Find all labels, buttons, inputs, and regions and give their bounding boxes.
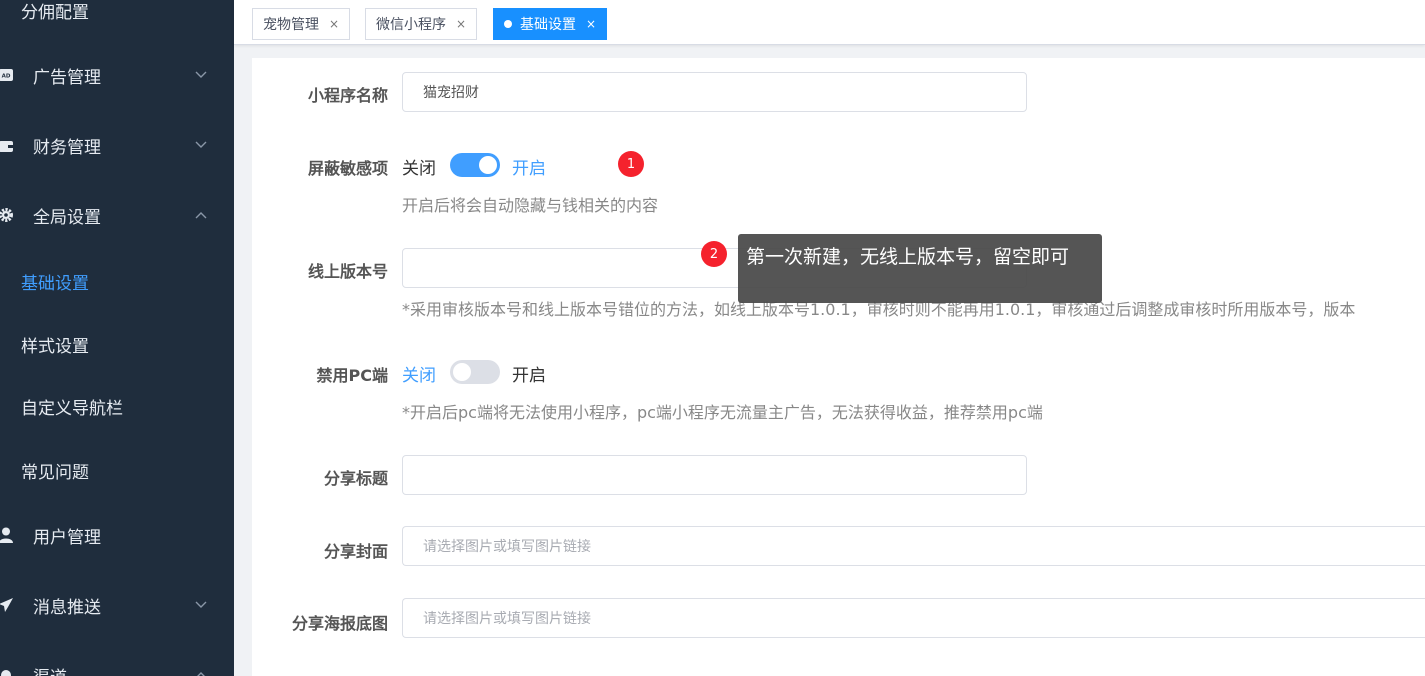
tab-basic-settings[interactable]: 基础设置 × xyxy=(493,8,608,40)
chevron-up-icon xyxy=(194,208,208,222)
sidebar-item-commission[interactable]: 分佣配置 xyxy=(0,0,234,30)
disable-pc-hint: *开启后pc端将无法使用小程序，pc端小程序无流量主广告，无法获得收益，推荐禁用… xyxy=(402,403,1043,422)
sidebar-item-label: 渠道 xyxy=(33,663,67,676)
close-icon[interactable]: × xyxy=(586,17,596,31)
share-cover-placeholder: 请选择图片或填写图片链接 xyxy=(423,538,591,554)
annotation-badge-1: 1 xyxy=(618,151,644,177)
tab-pet-management[interactable]: 宠物管理 × xyxy=(252,8,351,40)
tab-label: 微信小程序 xyxy=(376,17,446,33)
chevron-down-icon xyxy=(194,138,208,152)
tab-wechat-miniprogram[interactable]: 微信小程序 × xyxy=(365,8,478,40)
miniprogram-name-label: 小程序名称 xyxy=(307,86,388,105)
sidebar-item-label: 财务管理 xyxy=(33,137,101,158)
share-title-input[interactable] xyxy=(402,455,1027,495)
share-poster-input[interactable]: 请选择图片或填写图片链接 xyxy=(402,598,1425,638)
annotation-tooltip: 第一次新建，无线上版本号，留空即可 xyxy=(738,234,1102,303)
sidebar-subitem-label: 基础设置 xyxy=(21,273,89,294)
sidebar-item-label: 分佣配置 xyxy=(21,2,89,23)
sidebar-item-ads[interactable]: AD 广告管理 xyxy=(0,55,234,95)
send-icon xyxy=(0,597,14,613)
chevron-down-icon xyxy=(194,68,208,82)
settings-form-panel: 小程序名称 猫宠招财 屏蔽敏感项 关闭 开启 开启后将会自动隐藏与钱相关的内容 … xyxy=(252,58,1425,676)
wallet-icon xyxy=(0,137,14,153)
share-title-label: 分享标题 xyxy=(323,469,388,488)
svg-text:AD: AD xyxy=(2,74,11,80)
sensitive-on-text[interactable]: 开启 xyxy=(512,154,546,179)
toggle-knob xyxy=(453,363,471,381)
channel-icon xyxy=(0,667,14,676)
disable-pc-label: 禁用PC端 xyxy=(316,366,388,385)
disable-pc-toggle[interactable] xyxy=(450,360,500,384)
sidebar-subitem-style-settings[interactable]: 样式设置 xyxy=(0,324,234,364)
sensitive-label: 屏蔽敏感项 xyxy=(307,159,388,178)
gear-icon xyxy=(0,207,14,223)
share-poster-label: 分享海报底图 xyxy=(291,614,388,633)
sidebar-subitem-custom-nav[interactable]: 自定义导航栏 xyxy=(0,386,234,426)
sensitive-toggle[interactable] xyxy=(450,153,500,177)
sidebar-item-label: 用户管理 xyxy=(33,527,101,548)
sidebar-subitem-label: 样式设置 xyxy=(21,336,89,357)
active-dot-icon xyxy=(504,20,512,28)
sensitive-hint: 开启后将会自动隐藏与钱相关的内容 xyxy=(402,196,659,215)
tabs-bar: 宠物管理 × 微信小程序 × 基础设置 × xyxy=(234,0,1425,45)
sidebar-item-finance[interactable]: 财务管理 xyxy=(0,125,234,165)
sidebar: 分佣配置 AD 广告管理 财务管理 全局设置 基础设置 样式设置 自定义导航栏 … xyxy=(0,0,234,676)
toggle-knob xyxy=(479,156,497,174)
sidebar-subitem-label: 自定义导航栏 xyxy=(21,398,123,419)
sidebar-subitem-basic-settings[interactable]: 基础设置 xyxy=(0,261,234,301)
sidebar-item-label: 全局设置 xyxy=(33,207,101,228)
sidebar-item-messages[interactable]: 消息推送 xyxy=(0,585,234,625)
sidebar-item-label: 消息推送 xyxy=(33,597,101,618)
chevron-up-icon xyxy=(194,668,208,676)
share-cover-label: 分享封面 xyxy=(323,542,388,561)
sidebar-item-label: 广告管理 xyxy=(33,67,101,88)
tab-label: 宠物管理 xyxy=(263,17,319,33)
disable-pc-on-text[interactable]: 开启 xyxy=(512,361,546,386)
user-icon xyxy=(0,527,14,543)
sensitive-off-text[interactable]: 关闭 xyxy=(402,154,436,179)
share-poster-placeholder: 请选择图片或填写图片链接 xyxy=(423,610,591,626)
share-cover-input[interactable]: 请选择图片或填写图片链接 xyxy=(402,526,1425,566)
sidebar-subitem-label: 常见问题 xyxy=(21,462,89,483)
ad-icon: AD xyxy=(0,67,14,83)
sidebar-item-global-settings[interactable]: 全局设置 xyxy=(0,195,234,235)
close-icon[interactable]: × xyxy=(456,17,466,31)
sidebar-item-users[interactable]: 用户管理 xyxy=(0,515,234,555)
close-icon[interactable]: × xyxy=(329,17,339,31)
sidebar-subitem-faq[interactable]: 常见问题 xyxy=(0,450,234,490)
miniprogram-name-value: 猫宠招财 xyxy=(423,84,479,100)
tab-label: 基础设置 xyxy=(520,17,576,33)
chevron-down-icon xyxy=(194,598,208,612)
miniprogram-name-input[interactable]: 猫宠招财 xyxy=(402,72,1027,112)
annotation-badge-2: 2 xyxy=(701,241,727,267)
disable-pc-off-text[interactable]: 关闭 xyxy=(402,361,436,386)
online-version-label: 线上版本号 xyxy=(307,262,388,281)
sidebar-item-channels[interactable]: 渠道 xyxy=(0,655,234,676)
